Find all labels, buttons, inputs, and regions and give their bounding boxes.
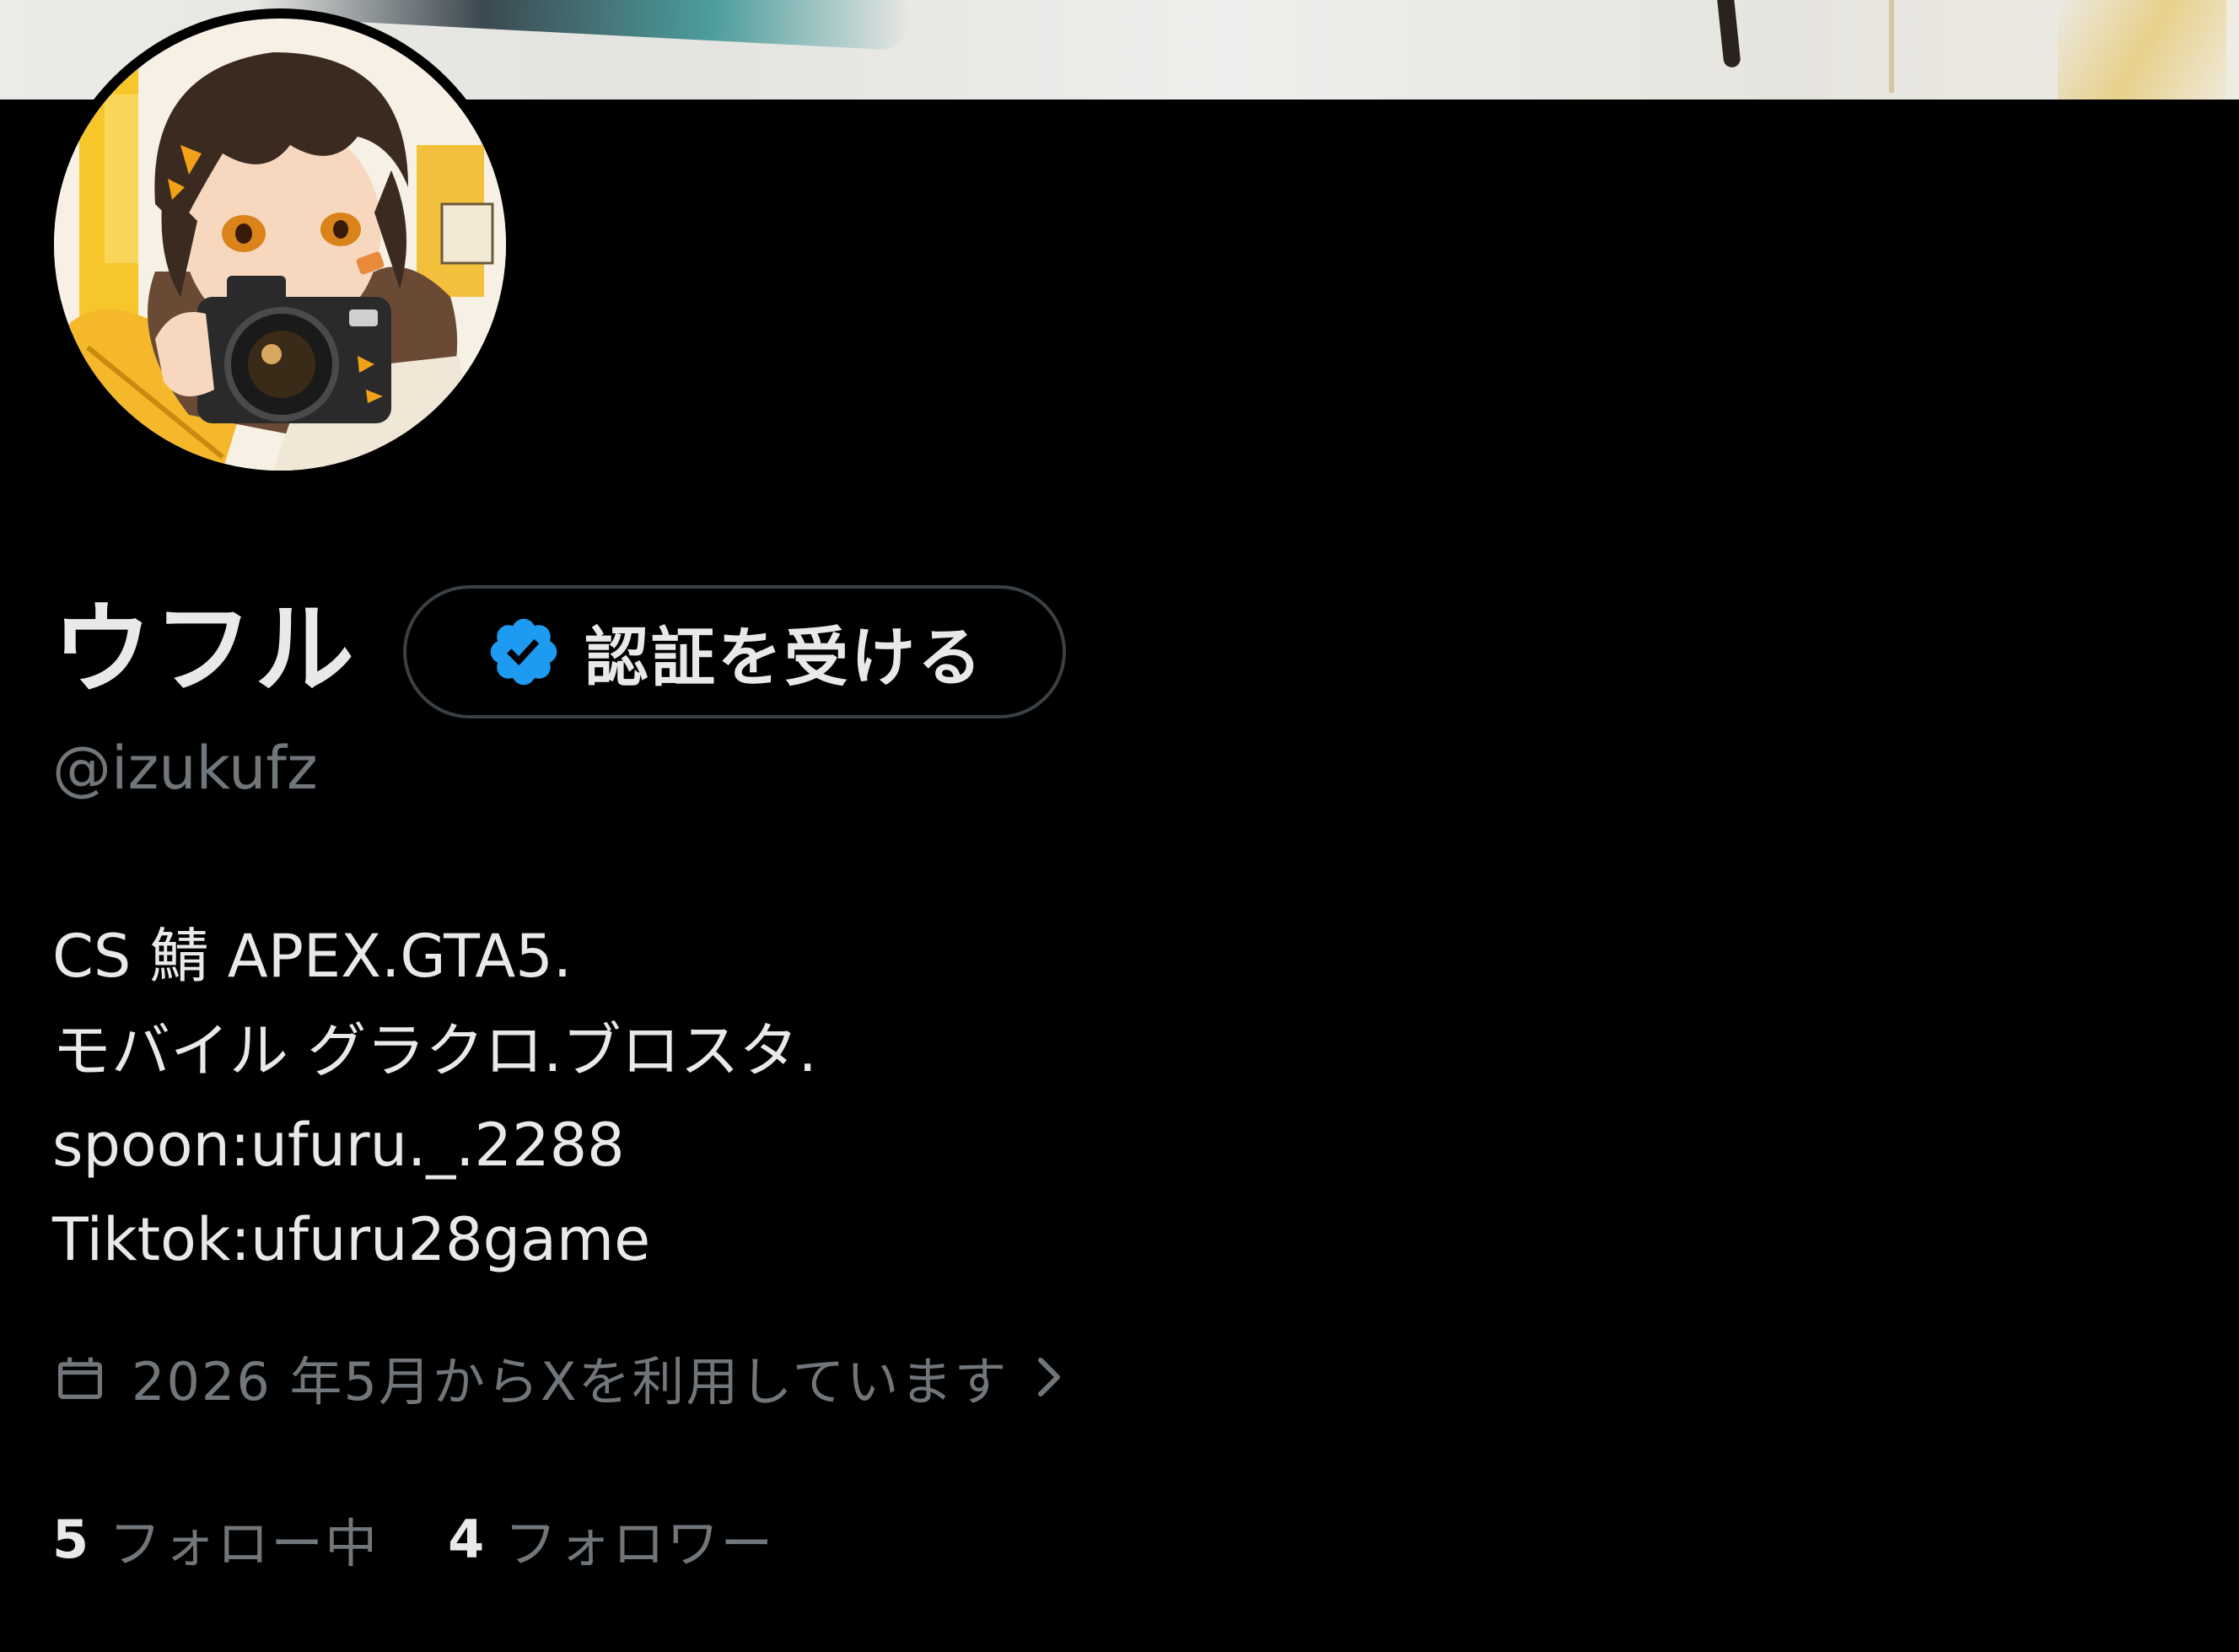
following-label: フォロー中	[109, 1513, 379, 1574]
profile-handle: @izukufz	[52, 734, 318, 803]
bio-line: Tiktok:ufuru28game	[52, 1205, 651, 1274]
following-count: 5	[52, 1508, 89, 1570]
bio-line: CS 鯖 APEX.GTA5.	[52, 922, 573, 991]
get-verified-label: 認証を受ける	[584, 620, 984, 695]
avatar[interactable]	[44, 8, 516, 481]
profile-bio: CS 鯖 APEX.GTA5. モバイル グラクロ.ブロスタ. spoon:uf…	[52, 909, 817, 1287]
calendar-icon	[58, 1357, 102, 1399]
followers-label: フォロワー	[504, 1513, 775, 1574]
get-verified-button[interactable]: 認証を受ける	[403, 585, 1066, 718]
followers-link[interactable]: 4 フォロワー	[448, 1501, 774, 1577]
name-row: ウフル	[52, 582, 356, 717]
chevron-right-icon	[1037, 1358, 1060, 1396]
joined-date-link[interactable]: 2026 年5月からXを利用しています	[52, 1339, 1068, 1415]
banner-brush-stroke	[1716, 0, 1741, 68]
display-name: ウフル	[52, 591, 357, 708]
followers-count: 4	[448, 1508, 485, 1570]
profile-page: ウフル 認証を受ける @izukufz CS 鯖 APEX.GTA5. モバイル…	[0, 0, 2239, 1652]
banner-brush-stroke	[1889, 0, 1894, 93]
bio-line: モバイル グラクロ.ブロスタ.	[52, 1016, 817, 1085]
follow-stats: 5 フォロー中 4 フォロワー	[52, 1501, 774, 1577]
bio-line: spoon:ufuru._.2288	[52, 1111, 625, 1180]
joined-date-text: 2026 年5月からXを利用しています	[132, 1351, 1009, 1413]
banner-brush-stroke	[2058, 0, 2226, 100]
avatar-image	[54, 19, 506, 471]
following-link[interactable]: 5 フォロー中	[52, 1501, 379, 1577]
verified-badge-icon	[490, 618, 557, 686]
